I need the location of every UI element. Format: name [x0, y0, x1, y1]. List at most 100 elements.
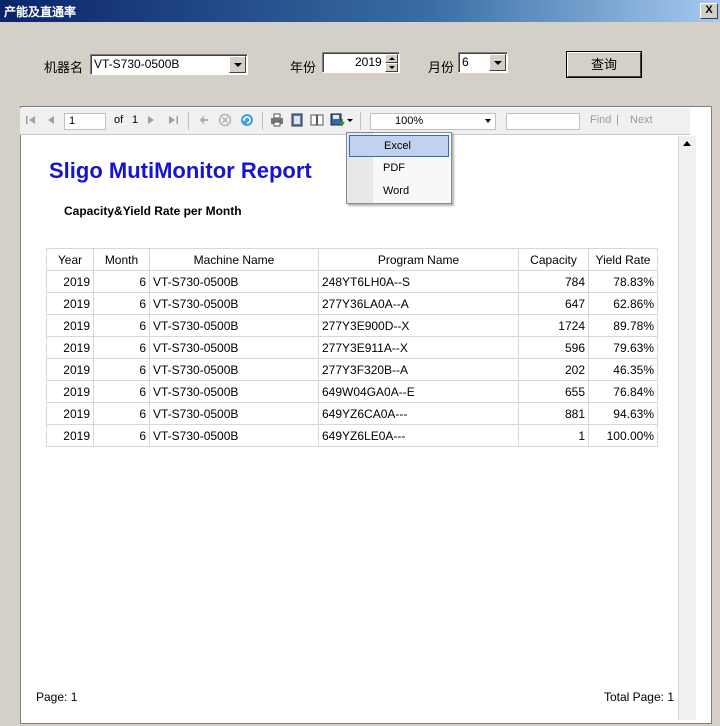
table-header-row: Year Month Machine Name Program Name Cap… [46, 248, 658, 271]
zoom-select[interactable]: 100% [370, 113, 496, 130]
table-row: 2019 6 VT-S730-0500B 277Y3E900D--X 1724 89.78… [46, 314, 658, 337]
menu-item-label: Word [383, 185, 410, 197]
table-cell: 76.84% [588, 380, 658, 403]
table-cell: 62.86% [588, 292, 658, 315]
table-cell: 784 [518, 270, 589, 293]
table-cell: 100.00% [588, 424, 658, 447]
table-row: 2019 6 VT-S730-0500B 649W04GA0A--E 655 76.84% [46, 380, 658, 403]
spin-down-icon[interactable] [385, 63, 398, 72]
table-cell: 2019 [46, 380, 94, 403]
first-page-icon[interactable] [24, 113, 38, 127]
table-cell: 6 [93, 314, 150, 337]
refresh-icon[interactable] [240, 113, 254, 127]
year-label: 年份 [290, 60, 317, 75]
scroll-up-icon[interactable] [679, 136, 695, 152]
menu-item-word[interactable]: Word [349, 181, 447, 201]
column-header: Machine Name [149, 248, 319, 271]
query-button[interactable]: 查询 [566, 51, 642, 78]
table-cell: 6 [93, 270, 150, 293]
table-cell: 6 [93, 292, 150, 315]
table-cell: 2019 [46, 336, 94, 359]
title-bar: 产能及直通率 X [0, 0, 720, 22]
column-header: Yield Rate [588, 248, 658, 271]
table-cell: 6 [93, 402, 150, 425]
table-cell: 649YZ6CA0A--- [318, 402, 519, 425]
report-title: Sligo MutiMonitor Report [49, 158, 312, 183]
table-cell: 277Y3E911A--X [318, 336, 519, 359]
find-separator: | [616, 114, 619, 126]
table-cell: VT-S730-0500B [149, 358, 319, 381]
report-subtitle: Capacity&Yield Rate per Month [64, 204, 242, 218]
table-cell: 6 [93, 336, 150, 359]
table-row: 2019 6 VT-S730-0500B 277Y36LA0A--A 647 62.86% [46, 292, 658, 315]
next-link[interactable]: Next [630, 114, 653, 126]
close-button[interactable]: X [700, 3, 718, 19]
table-cell: 248YT6LH0A--S [318, 270, 519, 293]
machine-select[interactable]: VT-S730-0500B [90, 54, 248, 75]
table-cell: 2019 [46, 358, 94, 381]
back-icon[interactable] [196, 113, 210, 127]
next-page-icon[interactable] [144, 113, 158, 127]
table-cell: VT-S730-0500B [149, 270, 319, 293]
vertical-scrollbar[interactable] [678, 136, 696, 720]
table-cell: 2019 [46, 402, 94, 425]
find-link[interactable]: Find [590, 114, 611, 126]
page-indicator: Page: 1 [36, 690, 78, 704]
year-spinner[interactable] [385, 54, 398, 72]
year-stepper[interactable]: 2019 [322, 52, 400, 73]
menu-item-label: PDF [383, 162, 405, 174]
chevron-down-icon[interactable] [489, 54, 506, 71]
page-number-value: 1 [69, 115, 76, 127]
page-number-input[interactable]: 1 [64, 113, 106, 130]
window-title: 产能及直通率 [4, 5, 77, 19]
table-cell: 649YZ6LE0A--- [318, 424, 519, 447]
of-label: of [114, 114, 124, 126]
table-cell: VT-S730-0500B [149, 380, 319, 403]
table-cell: 46.35% [588, 358, 658, 381]
table-cell: 647 [518, 292, 589, 315]
table-cell: 2019 [46, 424, 94, 447]
table-row: 2019 6 VT-S730-0500B 277Y3F320B--A 202 46.35% [46, 358, 658, 381]
column-header: Year [46, 248, 94, 271]
last-page-icon[interactable] [166, 113, 180, 127]
menu-item-pdf[interactable]: PDF [349, 158, 447, 178]
export-menu: Excel PDF Word [346, 132, 452, 204]
report-page: Sligo MutiMonitor Report Capacity&Yield … [22, 136, 678, 720]
table-cell: 2019 [46, 314, 94, 337]
total-page-indicator: Total Page: 1 [603, 690, 674, 704]
spin-up-icon[interactable] [385, 54, 398, 63]
table-cell: VT-S730-0500B [149, 402, 319, 425]
page-setup-icon[interactable] [310, 113, 324, 127]
table-cell: 277Y36LA0A--A [318, 292, 519, 315]
chevron-down-icon[interactable] [229, 56, 246, 73]
table-cell: 655 [518, 380, 589, 403]
export-dropdown-chevron-icon[interactable] [346, 113, 354, 127]
chevron-down-icon[interactable] [485, 119, 491, 123]
table-cell: VT-S730-0500B [149, 292, 319, 315]
table-cell: 2019 [46, 270, 94, 293]
month-select-value: 6 [462, 55, 469, 69]
menu-item-excel[interactable]: Excel [349, 135, 449, 157]
table-cell: 94.63% [588, 402, 658, 425]
table-cell: 277Y3F320B--A [318, 358, 519, 381]
column-header: Capacity [518, 248, 589, 271]
column-header: Program Name [318, 248, 519, 271]
previous-page-icon[interactable] [44, 113, 58, 127]
month-select[interactable]: 6 [458, 52, 508, 73]
table-row: 2019 6 VT-S730-0500B 248YT6LH0A--S 784 78.83% [46, 270, 658, 293]
print-layout-icon[interactable] [290, 113, 304, 127]
print-icon[interactable] [270, 113, 284, 127]
toolbar-separator [360, 112, 361, 130]
table-cell: 202 [518, 358, 589, 381]
table-cell: 89.78% [588, 314, 658, 337]
export-icon[interactable] [330, 113, 346, 127]
machine-select-value: VT-S730-0500B [94, 57, 180, 71]
table-cell: VT-S730-0500B [149, 424, 319, 447]
toolbar-separator [188, 112, 189, 130]
stop-icon[interactable] [218, 113, 232, 127]
table-cell: 1724 [518, 314, 589, 337]
month-label: 月份 [428, 60, 455, 75]
zoom-value: 100% [395, 115, 424, 127]
find-input[interactable] [506, 113, 580, 130]
table-cell: 649W04GA0A--E [318, 380, 519, 403]
